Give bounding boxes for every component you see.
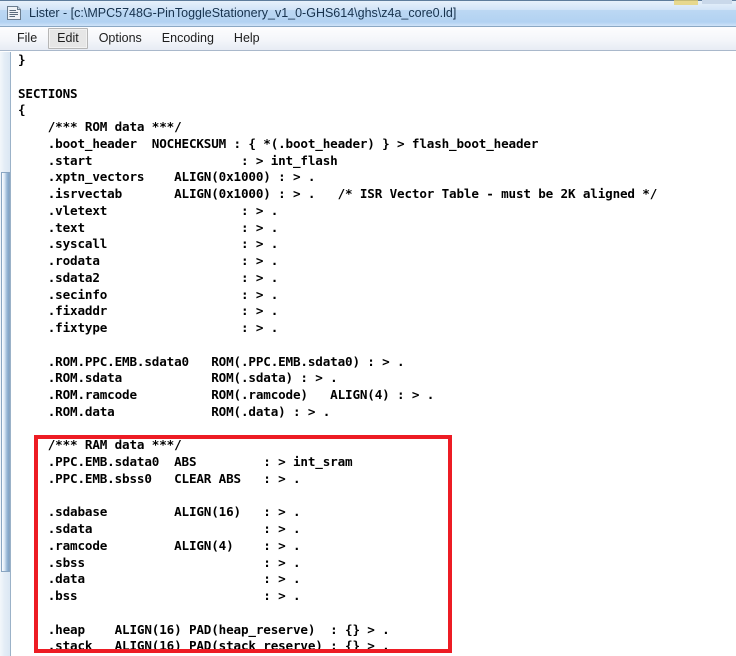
menu-bar: File Edit Options Encoding Help — [0, 27, 736, 51]
text-viewer-pane[interactable]: } SECTIONS { /*** ROM data ***/ .boot_he… — [12, 52, 736, 656]
titlebar-artifact-right — [702, 0, 732, 4]
document-lines-icon — [5, 4, 23, 22]
linker-script-content: } SECTIONS { /*** ROM data ***/ .boot_he… — [18, 52, 658, 654]
titlebar-artifact — [674, 0, 698, 5]
lister-window: Lister - [c:\MPC5748G-PinToggleStationer… — [0, 0, 736, 656]
vertical-scrollbar[interactable] — [0, 52, 11, 656]
title-bar-top-border — [0, 0, 736, 1]
menu-item-help[interactable]: Help — [225, 28, 269, 49]
menu-item-encoding[interactable]: Encoding — [153, 28, 223, 49]
menu-item-edit[interactable]: Edit — [48, 28, 88, 49]
scrollbar-thumb[interactable] — [1, 172, 10, 572]
menu-item-options[interactable]: Options — [90, 28, 151, 49]
menu-item-file[interactable]: File — [8, 28, 46, 49]
title-bar[interactable]: Lister - [c:\MPC5748G-PinToggleStationer… — [0, 0, 736, 27]
window-title: Lister - [c:\MPC5748G-PinToggleStationer… — [29, 6, 457, 20]
